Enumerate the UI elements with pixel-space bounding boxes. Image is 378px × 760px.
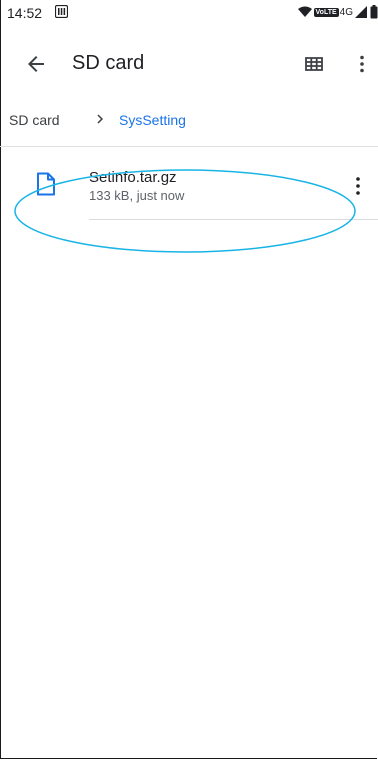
- wifi-icon: [297, 6, 312, 17]
- volte-badge: VoLTE: [313, 7, 339, 17]
- network-type: 4G: [339, 6, 353, 18]
- breadcrumb-root[interactable]: SD card: [9, 112, 60, 128]
- status-indicators: VoLTE 4G: [297, 4, 378, 20]
- more-vert-icon[interactable]: [348, 174, 368, 198]
- divider: [0, 146, 378, 147]
- list-item[interactable]: Setinfo.tar.gz 133 kB, just now: [0, 160, 378, 220]
- app-bar: SD card: [0, 40, 378, 88]
- battery-icon: [370, 5, 378, 19]
- signal-icon: [355, 6, 367, 18]
- chevron-right-icon: [97, 114, 103, 124]
- back-arrow-icon[interactable]: [24, 52, 48, 76]
- grid-view-icon[interactable]: [302, 52, 326, 76]
- page-title: SD card: [72, 52, 145, 74]
- file-meta: 133 kB, just now: [89, 188, 185, 203]
- notification-icon: [55, 5, 68, 18]
- file-name: Setinfo.tar.gz: [89, 169, 177, 186]
- document-icon: [37, 172, 55, 196]
- breadcrumb: SD card SysSetting: [0, 104, 378, 136]
- breadcrumb-current[interactable]: SysSetting: [119, 112, 186, 128]
- more-vert-icon[interactable]: [350, 52, 374, 76]
- divider: [89, 219, 378, 220]
- status-time: 14:52: [7, 5, 43, 21]
- status-bar: 14:52 VoLTE 4G: [0, 0, 378, 24]
